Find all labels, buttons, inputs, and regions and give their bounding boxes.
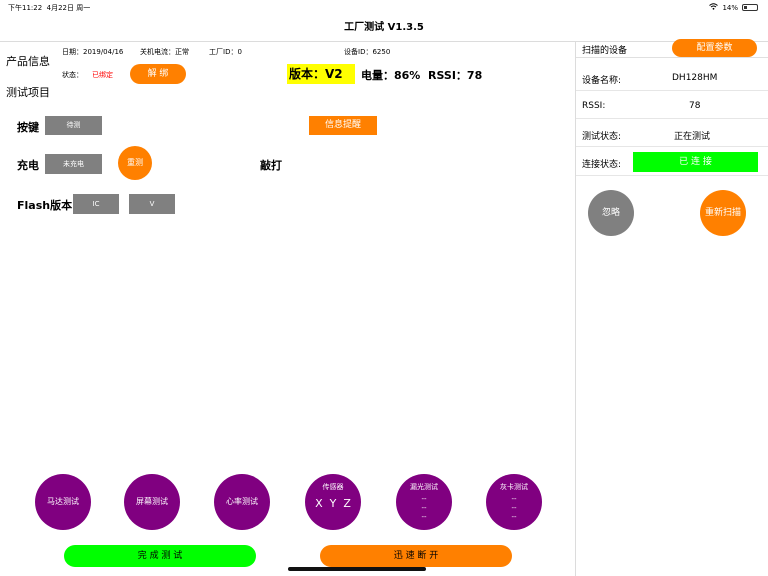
ignore-button[interactable]: 忽略 bbox=[588, 190, 634, 236]
test-status-value: 正在测试 bbox=[674, 132, 711, 142]
charge-label: 充电 bbox=[17, 159, 39, 172]
status-value: 已绑定 bbox=[92, 71, 113, 79]
key-label: 按键 bbox=[17, 121, 39, 134]
shutdown-current: 关机电流：正常 bbox=[140, 48, 189, 56]
sensor-xyz: X Y Z bbox=[315, 497, 351, 510]
version-badge: 版本：V2 bbox=[287, 64, 355, 84]
divider bbox=[576, 175, 768, 176]
nav-bar: 工厂测试 V1.3.5 bbox=[0, 14, 768, 42]
complete-test-button[interactable]: 完 成 测 试 bbox=[64, 545, 256, 567]
gray-card-test-button[interactable]: 灰卡测试 -- -- -- bbox=[486, 474, 542, 530]
motor-test-button[interactable]: 马达测试 bbox=[35, 474, 91, 530]
factory-id: 工厂ID：0 bbox=[209, 48, 242, 56]
light-leak-value-2: -- bbox=[421, 504, 427, 512]
quick-disconnect-button[interactable]: 迅 速 断 开 bbox=[320, 545, 512, 567]
test-status-label: 测试状态: bbox=[582, 132, 622, 142]
screen-test-button[interactable]: 屏幕测试 bbox=[124, 474, 180, 530]
home-indicator bbox=[288, 567, 426, 571]
gray-card-value-3: -- bbox=[511, 513, 517, 521]
device-name-label: 设备名称: bbox=[582, 76, 622, 86]
status-date: 4月22日 周一 bbox=[46, 4, 91, 12]
device-name-value: DH128HM bbox=[672, 73, 718, 83]
battery-level: 电量：86% bbox=[361, 69, 421, 82]
page-title: 工厂测试 V1.3.5 bbox=[344, 22, 424, 33]
unbind-button[interactable]: 解 绑 bbox=[130, 64, 186, 84]
light-leak-title: 漏光测试 bbox=[410, 483, 438, 491]
wifi-icon bbox=[709, 3, 719, 12]
status-right: 14% bbox=[709, 3, 758, 12]
info-reminder-button[interactable]: 信息提醒 bbox=[309, 116, 377, 135]
status-bar: 下午11:22 4月22日 周一 14% bbox=[0, 0, 768, 14]
sensor-test-button[interactable]: 传感器 X Y Z bbox=[305, 474, 361, 530]
heart-rate-test-button[interactable]: 心率测试 bbox=[214, 474, 270, 530]
scanned-devices-title: 扫描的设备 bbox=[582, 46, 628, 56]
side-rssi-label: RSSI: bbox=[582, 101, 606, 111]
connection-status-label: 连接状态: bbox=[582, 160, 622, 170]
flash-ic-button[interactable]: IC bbox=[73, 194, 119, 214]
flash-v-button[interactable]: V bbox=[129, 194, 175, 214]
connection-status-value: 已 连 接 bbox=[633, 152, 758, 172]
product-date: 日期：2019/04/16 bbox=[62, 48, 124, 56]
device-id: 设备ID：6250 bbox=[344, 48, 391, 56]
config-params-button[interactable]: 配置参数 bbox=[672, 39, 757, 57]
light-leak-value-3: -- bbox=[421, 513, 427, 521]
rescan-button[interactable]: 重新扫描 bbox=[700, 190, 746, 236]
battery-percent: 14% bbox=[722, 3, 738, 12]
retest-button[interactable]: 重测 bbox=[118, 146, 152, 180]
product-info-title: 产品信息 bbox=[6, 55, 50, 68]
test-items-title: 测试项目 bbox=[6, 86, 50, 99]
divider bbox=[576, 90, 768, 91]
light-leak-test-button[interactable]: 漏光测试 -- -- -- bbox=[396, 474, 452, 530]
divider bbox=[576, 118, 768, 119]
side-rssi-value: 78 bbox=[689, 101, 701, 111]
divider bbox=[576, 146, 768, 147]
rssi-level: RSSI：78 bbox=[428, 69, 483, 82]
sensor-title: 传感器 bbox=[322, 483, 344, 491]
charge-status-button[interactable]: 未充电 bbox=[45, 154, 102, 174]
status-label: 状态： bbox=[62, 71, 83, 79]
gray-card-title: 灰卡测试 bbox=[500, 483, 528, 491]
tap-label: 敲打 bbox=[260, 159, 282, 172]
light-leak-value-1: -- bbox=[421, 495, 427, 503]
gray-card-value-2: -- bbox=[511, 504, 517, 512]
gray-card-value-1: -- bbox=[511, 495, 517, 503]
key-status-button[interactable]: 待测 bbox=[45, 116, 102, 135]
status-time: 下午11:22 bbox=[8, 4, 43, 12]
status-time-date: 下午11:22 4月22日 周一 bbox=[8, 3, 90, 13]
flash-version-label: Flash版本 bbox=[17, 199, 73, 212]
battery-icon bbox=[742, 4, 758, 11]
side-panel: 扫描的设备 配置参数 设备名称: DH128HM RSSI: 78 测试状态: … bbox=[575, 39, 768, 576]
